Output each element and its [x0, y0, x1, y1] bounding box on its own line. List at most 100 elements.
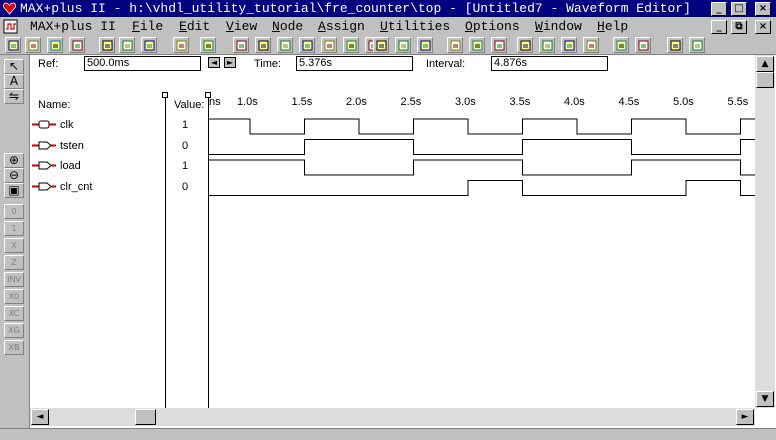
waveform-traces[interactable] — [30, 73, 755, 408]
scroll-left-button[interactable]: ◄ — [31, 409, 49, 425]
overwrite-clock-tool[interactable]: XC — [4, 306, 24, 321]
paste-icon — [144, 40, 155, 51]
overwrite-0-tool[interactable]: 0 — [4, 204, 24, 219]
replace-text-button[interactable] — [583, 37, 599, 53]
text-tool[interactable]: A — [4, 74, 24, 89]
menu-view[interactable]: View — [226, 19, 257, 34]
save-button[interactable] — [47, 37, 63, 53]
hierarchy-display-icon — [258, 40, 269, 51]
find-text-button[interactable] — [561, 37, 577, 53]
fit-in-window-tool[interactable]: ▣ — [4, 183, 24, 198]
find-clique-button[interactable] — [613, 37, 629, 53]
close-button[interactable]: × — [755, 2, 771, 16]
open-hierarchy-button[interactable] — [373, 37, 389, 53]
overwrite-1-tool[interactable]: 1 — [4, 221, 24, 236]
project-save-compile-button[interactable] — [491, 37, 507, 53]
overwrite-value-tool[interactable]: XB — [4, 340, 24, 355]
ref-label: Ref: — [38, 58, 59, 70]
open-children-icon — [420, 40, 431, 51]
simulator-button[interactable] — [321, 37, 337, 53]
doc-close-button[interactable]: × — [755, 20, 771, 34]
save-icon — [50, 40, 61, 51]
ref-field[interactable]: 500.0ms — [84, 56, 201, 71]
floorplan-icon — [280, 40, 291, 51]
menu-assign[interactable]: Assign — [318, 19, 365, 34]
interval-label: Interval: — [426, 58, 466, 70]
compiler-button[interactable] — [299, 37, 315, 53]
ungroup-button[interactable] — [667, 37, 683, 53]
doc-restore-button[interactable]: ⧉ — [731, 20, 747, 34]
waveform-load[interactable] — [209, 159, 755, 176]
open-parent-button[interactable] — [395, 37, 411, 53]
compiler-icon — [302, 40, 313, 51]
timing-analyzer-icon — [346, 40, 357, 51]
open-file-button[interactable] — [25, 37, 41, 53]
invert-tool[interactable]: INV — [4, 272, 24, 287]
menu-utilities[interactable]: Utilities — [380, 19, 450, 34]
menu-node[interactable]: Node — [272, 19, 303, 34]
cut-button[interactable] — [99, 37, 115, 53]
hierarchy-display-button[interactable] — [255, 37, 271, 53]
open-parent-icon — [398, 40, 409, 51]
warning-icon — [236, 40, 247, 51]
paste-button[interactable] — [141, 37, 157, 53]
maxplus-app-icon[interactable] — [2, 1, 17, 16]
help-pointer-button[interactable] — [200, 37, 216, 53]
ref-prev-button[interactable]: ◄ — [208, 57, 220, 68]
waveform-area[interactable]: Name: Value: ns 1.0s 1.5s 2.0s 2.5s 3.0s 3.5s 4… — [30, 73, 755, 408]
menu-max-plus-ii[interactable]: MAX+plus II — [30, 19, 116, 34]
floorplan-button[interactable] — [277, 37, 293, 53]
status-bar — [0, 428, 776, 440]
zoom-out-tool[interactable]: ⊖ — [4, 168, 24, 183]
overwrite-count-tool[interactable]: X0 — [4, 289, 24, 304]
project-set-icon — [450, 40, 461, 51]
zoom-fit-button[interactable] — [689, 37, 705, 53]
menu-file[interactable]: File — [132, 19, 163, 34]
project-save-check-button[interactable] — [469, 37, 485, 53]
waveform-tsten[interactable] — [209, 139, 755, 155]
print-button[interactable] — [69, 37, 85, 53]
project-save-simulate-button[interactable] — [517, 37, 533, 53]
scroll-right-button[interactable]: ► — [736, 409, 754, 425]
copy-icon — [122, 40, 133, 51]
menu-window[interactable]: Window — [535, 19, 582, 34]
waveform-clr-cnt[interactable] — [209, 180, 755, 196]
overwrite-group-tool[interactable]: XG — [4, 323, 24, 338]
maximize-button[interactable]: □ — [731, 2, 747, 16]
waveform-clk[interactable] — [209, 118, 755, 135]
menu-edit[interactable]: Edit — [179, 19, 210, 34]
menu-options[interactable]: Options — [465, 19, 520, 34]
horizontal-scrollbar[interactable]: ◄ ► — [30, 408, 755, 426]
zoom-to-fit-tool[interactable]: ⇋ — [4, 89, 24, 104]
zoom-in-tool[interactable]: ⊕ — [4, 153, 24, 168]
time-field: 5.376s — [296, 56, 413, 71]
minimize-button[interactable]: _ — [711, 2, 727, 16]
new-file-button[interactable] — [5, 37, 21, 53]
doc-minimize-button[interactable]: _ — [711, 20, 727, 34]
new-file-icon — [8, 40, 19, 51]
find-text-icon — [564, 40, 575, 51]
window-title: MAX+plus II - h:\vhdl_utility_tutorial\f… — [20, 1, 691, 16]
undo-button[interactable] — [173, 37, 189, 53]
vertical-scroll-thumb[interactable] — [756, 72, 774, 88]
find-clique-icon — [616, 40, 627, 51]
find-node-button[interactable] — [539, 37, 555, 53]
open-children-button[interactable] — [417, 37, 433, 53]
scroll-down-button[interactable]: ▼ — [756, 391, 774, 407]
waveform-document-icon[interactable] — [3, 19, 19, 34]
ref-next-button[interactable]: ► — [224, 57, 236, 68]
interval-field: 4.876s — [491, 56, 608, 71]
group-button[interactable] — [635, 37, 651, 53]
warning-button[interactable] — [233, 37, 249, 53]
project-set-button[interactable] — [447, 37, 463, 53]
time-label: Time: — [254, 58, 282, 70]
selection-tool[interactable]: ↖ — [4, 59, 24, 74]
scroll-up-button[interactable]: ▲ — [756, 56, 774, 72]
horizontal-scroll-thumb[interactable] — [135, 409, 156, 425]
menu-help[interactable]: Help — [597, 19, 628, 34]
overwrite-x-tool[interactable]: X — [4, 238, 24, 253]
copy-button[interactable] — [119, 37, 135, 53]
timing-analyzer-button[interactable] — [343, 37, 359, 53]
overwrite-z-tool[interactable]: Z — [4, 255, 24, 270]
vertical-scrollbar[interactable]: ▲ ▼ — [755, 55, 775, 408]
